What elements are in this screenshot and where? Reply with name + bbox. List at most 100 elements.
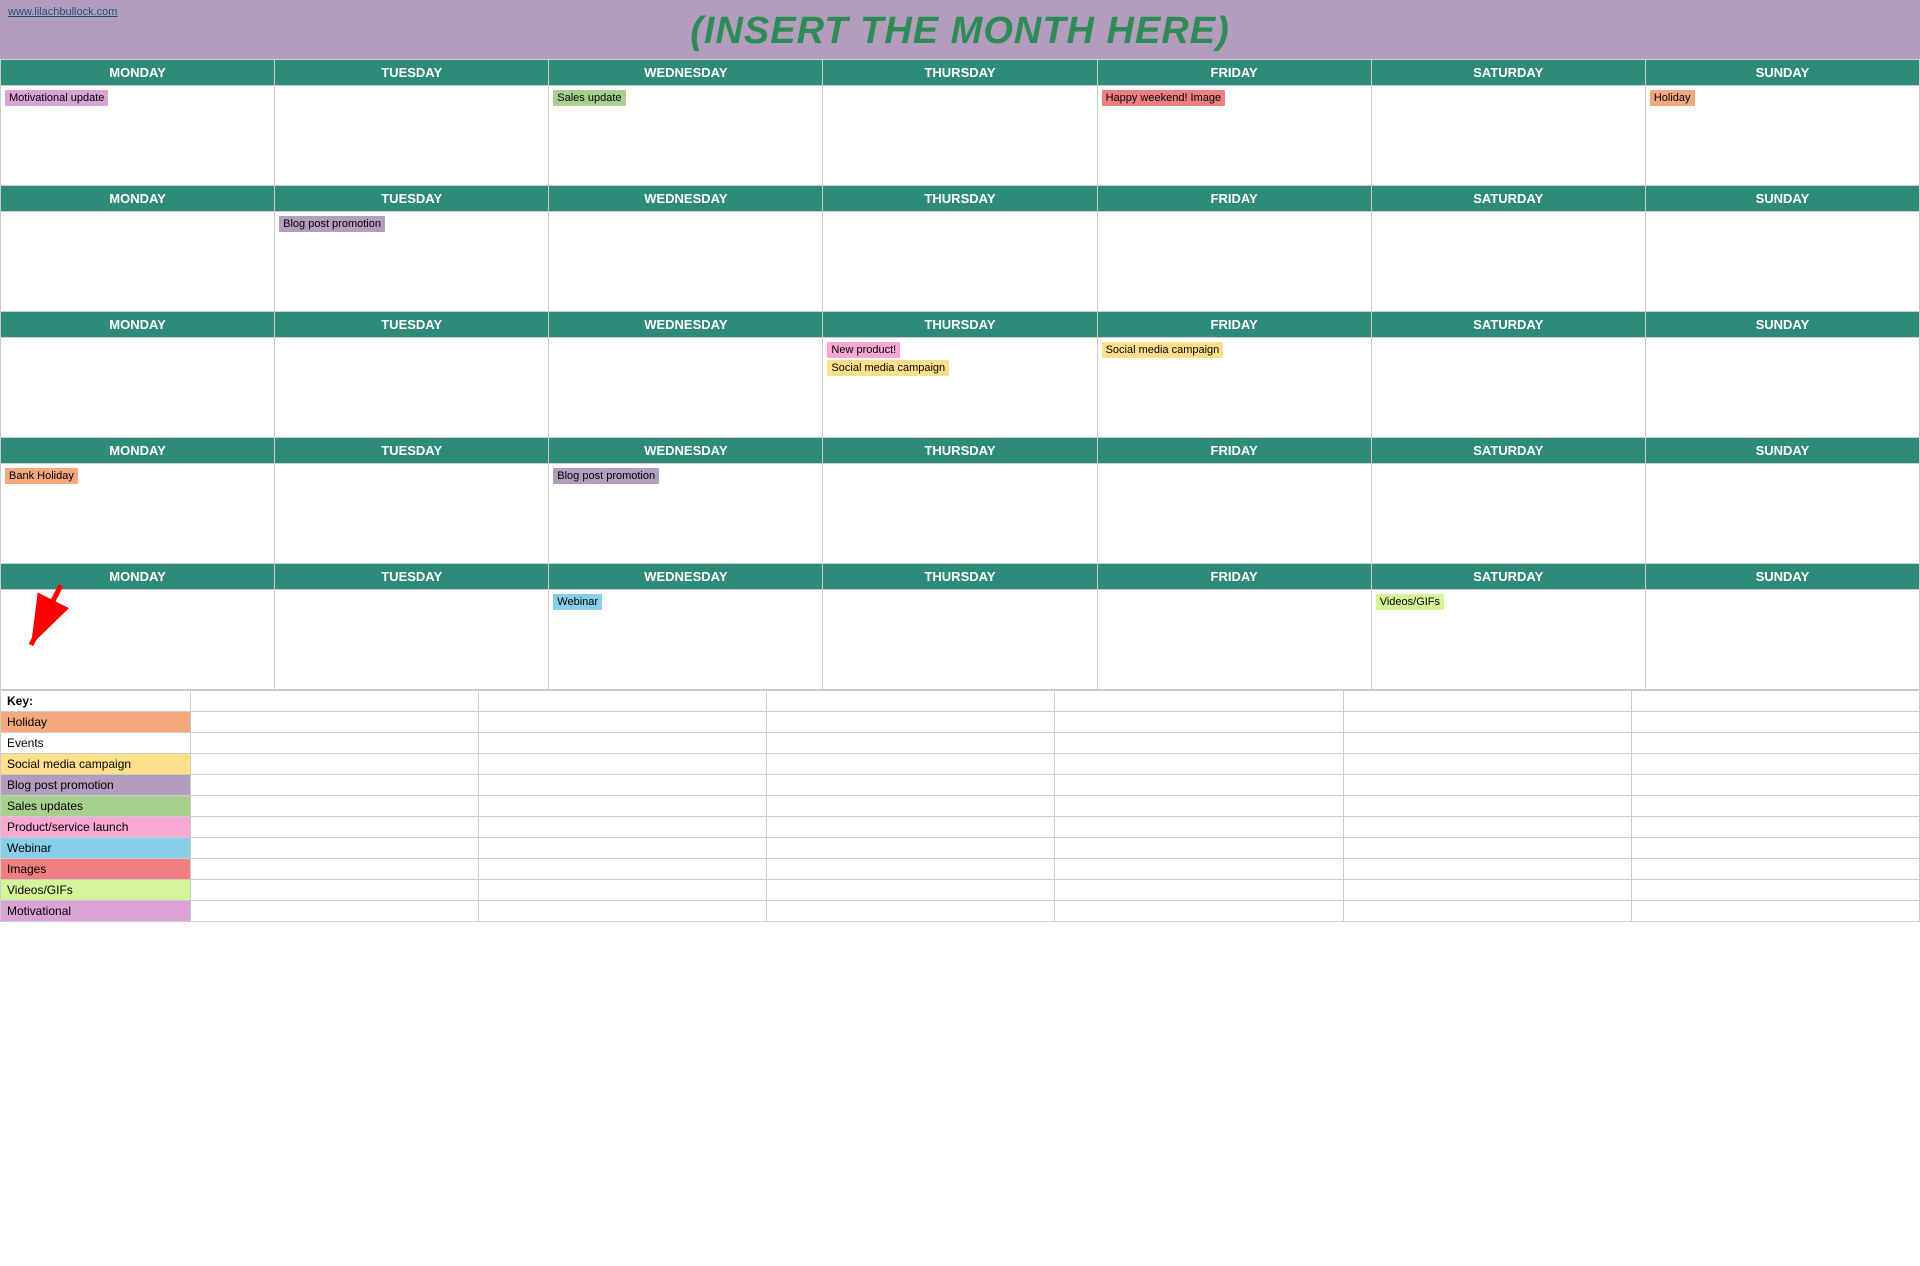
event-holiday-w1: Holiday xyxy=(1650,90,1695,106)
key-empty-4 xyxy=(1055,691,1343,712)
cell-w4-fri xyxy=(1097,464,1371,564)
day-wed-5: WEDNESDAY xyxy=(549,564,823,590)
cell-w1-sun: Holiday xyxy=(1645,86,1919,186)
key-header-row: Key: xyxy=(1,691,1920,712)
cell-w2-wed xyxy=(549,212,823,312)
cell-w1-tue xyxy=(275,86,549,186)
key-motivational-row: Motivational xyxy=(1,901,1920,922)
day-sat-3: SATURDAY xyxy=(1371,312,1645,338)
day-tue-5: TUESDAY xyxy=(275,564,549,590)
cell-w5-sat: Videos/GIFs xyxy=(1371,590,1645,690)
cell-w2-thu xyxy=(823,212,1097,312)
key-product-row: Product/service launch xyxy=(1,817,1920,838)
event-videos: Videos/GIFs xyxy=(1376,594,1444,610)
event-sales: Sales update xyxy=(553,90,625,106)
day-sat-1: SATURDAY xyxy=(1371,60,1645,86)
page-title: (INSERT THE MONTH HERE) xyxy=(0,10,1920,53)
day-tue-1: TUESDAY xyxy=(275,60,549,86)
day-sat-2: SATURDAY xyxy=(1371,186,1645,212)
event-webinar: Webinar xyxy=(553,594,602,610)
cell-w1-thu xyxy=(823,86,1097,186)
red-arrow-icon xyxy=(1,580,121,660)
cell-w2-sat xyxy=(1371,212,1645,312)
key-events-cell: Events xyxy=(1,733,191,754)
key-blog-cell: Blog post promotion xyxy=(1,775,191,796)
day-sat-4: SATURDAY xyxy=(1371,438,1645,464)
cell-w1-mon: Motivational update xyxy=(1,86,275,186)
week-3-header: MONDAY TUESDAY WEDNESDAY THURSDAY FRIDAY… xyxy=(1,312,1920,338)
key-events-row: Events xyxy=(1,733,1920,754)
week-2-header: MONDAY TUESDAY WEDNESDAY THURSDAY FRIDAY… xyxy=(1,186,1920,212)
day-fri-2: FRIDAY xyxy=(1097,186,1371,212)
key-empty-6 xyxy=(1631,691,1919,712)
cell-w3-wed xyxy=(549,338,823,438)
website-link[interactable]: www.lilachbullock.com xyxy=(8,6,117,18)
day-tue-4: TUESDAY xyxy=(275,438,549,464)
cell-w4-thu xyxy=(823,464,1097,564)
week-1-header: MONDAY TUESDAY WEDNESDAY THURSDAY FRIDAY… xyxy=(1,60,1920,86)
cell-w3-mon xyxy=(1,338,275,438)
cell-w3-tue xyxy=(275,338,549,438)
week-4-row: Bank Holiday Blog post promotion xyxy=(1,464,1920,564)
day-thu-3: THURSDAY xyxy=(823,312,1097,338)
week-4-header: MONDAY TUESDAY WEDNESDAY THURSDAY FRIDAY… xyxy=(1,438,1920,464)
cell-w4-tue xyxy=(275,464,549,564)
week-3-row: New product! Social media campaign Socia… xyxy=(1,338,1920,438)
day-wed-2: WEDNESDAY xyxy=(549,186,823,212)
key-product-cell: Product/service launch xyxy=(1,817,191,838)
cell-w5-wed: Webinar xyxy=(549,590,823,690)
key-empty-3 xyxy=(767,691,1055,712)
day-fri-4: FRIDAY xyxy=(1097,438,1371,464)
day-mon-3: MONDAY xyxy=(1,312,275,338)
event-bank-holiday: Bank Holiday xyxy=(5,468,78,484)
week-1-row: Motivational update Sales update Happy w… xyxy=(1,86,1920,186)
event-social-w3-thu: Social media campaign xyxy=(827,360,949,376)
cell-w5-fri xyxy=(1097,590,1371,690)
key-label: Key: xyxy=(1,691,191,712)
calendar-table: MONDAY TUESDAY WEDNESDAY THURSDAY FRIDAY… xyxy=(0,59,1920,690)
cell-w5-mon xyxy=(1,590,275,690)
day-thu-5: THURSDAY xyxy=(823,564,1097,590)
cell-w4-sat xyxy=(1371,464,1645,564)
cell-w4-sun xyxy=(1645,464,1919,564)
week-5-row: Webinar Videos/GIFs xyxy=(1,590,1920,690)
header: www.lilachbullock.com (INSERT THE MONTH … xyxy=(0,0,1920,59)
cell-w3-sat xyxy=(1371,338,1645,438)
cell-w1-sat xyxy=(1371,86,1645,186)
key-sales-row: Sales updates xyxy=(1,796,1920,817)
day-sun-3: SUNDAY xyxy=(1645,312,1919,338)
key-videos-row: Videos/GIFs xyxy=(1,880,1920,901)
cell-w3-fri: Social media campaign xyxy=(1097,338,1371,438)
cell-w2-tue: Blog post promotion xyxy=(275,212,549,312)
key-social-row: Social media campaign xyxy=(1,754,1920,775)
week-2-row: Blog post promotion xyxy=(1,212,1920,312)
day-wed-1: WEDNESDAY xyxy=(549,60,823,86)
cell-w5-tue xyxy=(275,590,549,690)
day-mon-2: MONDAY xyxy=(1,186,275,212)
cell-w3-thu: New product! Social media campaign xyxy=(823,338,1097,438)
week-5-header: MONDAY TUESDAY WEDNESDAY THURSDAY FRIDAY… xyxy=(1,564,1920,590)
day-sun-5: SUNDAY xyxy=(1645,564,1919,590)
key-holiday-row: Holiday xyxy=(1,712,1920,733)
day-mon-4: MONDAY xyxy=(1,438,275,464)
key-images-row: Images xyxy=(1,859,1920,880)
key-blog-row: Blog post promotion xyxy=(1,775,1920,796)
event-happy-weekend: Happy weekend! Image xyxy=(1102,90,1226,106)
key-empty-2 xyxy=(479,691,767,712)
day-sun-1: SUNDAY xyxy=(1645,60,1919,86)
day-fri-1: FRIDAY xyxy=(1097,60,1371,86)
event-blog-w2: Blog post promotion xyxy=(279,216,385,232)
key-webinar-cell: Webinar xyxy=(1,838,191,859)
cell-w2-sun xyxy=(1645,212,1919,312)
key-empty-1 xyxy=(191,691,479,712)
cell-w2-mon xyxy=(1,212,275,312)
key-videos-cell: Videos/GIFs xyxy=(1,880,191,901)
day-tue-2: TUESDAY xyxy=(275,186,549,212)
cell-w3-sun xyxy=(1645,338,1919,438)
cell-w1-wed: Sales update xyxy=(549,86,823,186)
day-sun-2: SUNDAY xyxy=(1645,186,1919,212)
day-wed-4: WEDNESDAY xyxy=(549,438,823,464)
day-thu-2: THURSDAY xyxy=(823,186,1097,212)
day-fri-5: FRIDAY xyxy=(1097,564,1371,590)
day-thu-4: THURSDAY xyxy=(823,438,1097,464)
